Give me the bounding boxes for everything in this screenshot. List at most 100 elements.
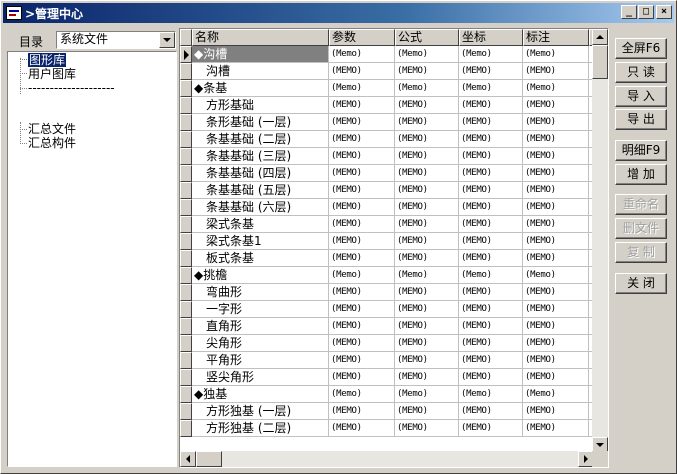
row-indicator[interactable]	[180, 199, 192, 216]
close-button[interactable]: ×	[656, 5, 672, 19]
cell-coords[interactable]: (MEMO)	[459, 165, 523, 182]
cell-formula[interactable]: (Memo)	[395, 46, 459, 63]
cell-coords[interactable]: (MEMO)	[459, 318, 523, 335]
cell-formula[interactable]: (MEMO)	[395, 233, 459, 250]
cell-annotation[interactable]: (MEMO)	[523, 131, 589, 148]
cell-params[interactable]: (MEMO)	[329, 216, 395, 233]
cell-params[interactable]: (MEMO)	[329, 369, 395, 386]
row-indicator[interactable]	[180, 63, 192, 80]
add-button[interactable]: 增 加	[615, 164, 667, 185]
table-row[interactable]: 弯曲形(MEMO)(MEMO)(MEMO)(MEMO)(	[180, 284, 594, 301]
table-row[interactable]: 方形独基 (二层)(MEMO)(MEMO)(MEMO)(MEMO)(	[180, 420, 594, 437]
row-indicator[interactable]	[180, 301, 192, 318]
minimize-button[interactable]: _	[621, 5, 637, 19]
cell-annotation[interactable]: (MEMO)	[523, 216, 589, 233]
row-indicator[interactable]	[180, 216, 192, 233]
cell-coords[interactable]: (MEMO)	[459, 284, 523, 301]
row-indicator[interactable]	[180, 284, 192, 301]
table-row[interactable]: 一字形(MEMO)(MEMO)(MEMO)(MEMO)(	[180, 301, 594, 318]
row-indicator[interactable]	[180, 267, 192, 284]
cell-coords[interactable]: (MEMO)	[459, 250, 523, 267]
cell-formula[interactable]: (MEMO)	[395, 318, 459, 335]
cell-name[interactable]: 尖角形	[192, 335, 329, 352]
fullscreen-button[interactable]: 全屏F6	[615, 38, 667, 59]
cell-name[interactable]: ◆沟槽	[192, 46, 329, 63]
cell-formula[interactable]: (MEMO)	[395, 148, 459, 165]
cell-coords[interactable]: (MEMO)	[459, 131, 523, 148]
cell-params[interactable]: (MEMO)	[329, 250, 395, 267]
cell-coords[interactable]: (MEMO)	[459, 301, 523, 318]
cell-annotation[interactable]: (MEMO)	[523, 403, 589, 420]
table-row[interactable]: ◆独基(Memo)(Memo)(Memo)(Memo)(	[180, 386, 594, 403]
cell-formula[interactable]: (MEMO)	[395, 165, 459, 182]
table-row[interactable]: 方形独基 (一层)(MEMO)(MEMO)(MEMO)(MEMO)(	[180, 403, 594, 420]
cell-params[interactable]: (MEMO)	[329, 284, 395, 301]
table-row[interactable]: 条形基础 (一层)(MEMO)(MEMO)(MEMO)(MEMO)(	[180, 114, 594, 131]
readonly-button[interactable]: 只 读	[615, 62, 667, 83]
row-indicator[interactable]	[180, 114, 192, 131]
table-row[interactable]: 条基基础 (四层)(MEMO)(MEMO)(MEMO)(MEMO)(	[180, 165, 594, 182]
cell-annotation[interactable]: (Memo)	[523, 386, 589, 403]
vertical-scroll-thumb[interactable]	[592, 45, 608, 79]
cell-params[interactable]: (Memo)	[329, 267, 395, 284]
table-row[interactable]: 沟槽(MEMO)(MEMO)(MEMO)(MEMO)(	[180, 63, 594, 80]
directory-select[interactable]: 系统文件	[56, 31, 176, 49]
cell-annotation[interactable]: (MEMO)	[523, 63, 589, 80]
cell-coords[interactable]: (MEMO)	[459, 97, 523, 114]
cell-coords[interactable]: (MEMO)	[459, 403, 523, 420]
cell-annotation[interactable]: (MEMO)	[523, 420, 589, 437]
cell-name[interactable]: 直角形	[192, 318, 329, 335]
cell-name[interactable]: 方形基础	[192, 97, 329, 114]
cell-params[interactable]: (MEMO)	[329, 233, 395, 250]
column-header-params[interactable]: 参数	[329, 29, 395, 46]
cell-name[interactable]: 梁式条基1	[192, 233, 329, 250]
details-button[interactable]: 明细F9	[615, 140, 667, 161]
row-indicator[interactable]	[180, 369, 192, 386]
cell-name[interactable]: 条基基础 (四层)	[192, 165, 329, 182]
column-header-coords[interactable]: 坐标	[459, 29, 523, 46]
cell-params[interactable]: (MEMO)	[329, 420, 395, 437]
cell-coords[interactable]: (MEMO)	[459, 335, 523, 352]
cell-formula[interactable]: (MEMO)	[395, 403, 459, 420]
column-header-formula[interactable]: 公式	[395, 29, 459, 46]
cell-name[interactable]: 平角形	[192, 352, 329, 369]
close-dialog-button[interactable]: 关 闭	[615, 273, 667, 294]
cell-name[interactable]: 条基基础 (五层)	[192, 182, 329, 199]
cell-formula[interactable]: (MEMO)	[395, 301, 459, 318]
cell-params[interactable]: (Memo)	[329, 386, 395, 403]
cell-params[interactable]: (MEMO)	[329, 182, 395, 199]
cell-name[interactable]: 梁式条基	[192, 216, 329, 233]
cell-name[interactable]: 沟槽	[192, 63, 329, 80]
cell-params[interactable]: (MEMO)	[329, 403, 395, 420]
cell-annotation[interactable]: (MEMO)	[523, 250, 589, 267]
tree-item-graphics-library[interactable]: 图形库	[28, 53, 67, 67]
cell-coords[interactable]: (Memo)	[459, 46, 523, 63]
cell-annotation[interactable]: (MEMO)	[523, 335, 589, 352]
cell-name[interactable]: 条形基础 (一层)	[192, 114, 329, 131]
cell-name[interactable]: 条基基础 (三层)	[192, 148, 329, 165]
cell-coords[interactable]: (Memo)	[459, 80, 523, 97]
cell-annotation[interactable]: (MEMO)	[523, 301, 589, 318]
cell-name[interactable]: 竖尖角形	[192, 369, 329, 386]
cell-name[interactable]: 方形独基 (一层)	[192, 403, 329, 420]
cell-annotation[interactable]: (MEMO)	[523, 352, 589, 369]
cell-coords[interactable]: (MEMO)	[459, 199, 523, 216]
table-row[interactable]: 条基基础 (五层)(MEMO)(MEMO)(MEMO)(MEMO)(	[180, 182, 594, 199]
cell-coords[interactable]: (MEMO)	[459, 352, 523, 369]
cell-annotation[interactable]: (MEMO)	[523, 284, 589, 301]
cell-formula[interactable]: (Memo)	[395, 80, 459, 97]
row-indicator[interactable]	[180, 420, 192, 437]
cell-params[interactable]: (MEMO)	[329, 199, 395, 216]
cell-params[interactable]: (MEMO)	[329, 335, 395, 352]
cell-formula[interactable]: (MEMO)	[395, 284, 459, 301]
table-row[interactable]: 梁式条基1(MEMO)(MEMO)(MEMO)(MEMO)(	[180, 233, 594, 250]
cell-formula[interactable]: (MEMO)	[395, 216, 459, 233]
cell-name[interactable]: 板式条基	[192, 250, 329, 267]
cell-coords[interactable]: (MEMO)	[459, 233, 523, 250]
cell-annotation[interactable]: (MEMO)	[523, 318, 589, 335]
cell-annotation[interactable]: (MEMO)	[523, 114, 589, 131]
row-indicator[interactable]	[180, 233, 192, 250]
tree-item-summary-files[interactable]: 汇总文件	[28, 122, 76, 136]
cell-formula[interactable]: (MEMO)	[395, 250, 459, 267]
chevron-down-icon[interactable]	[159, 32, 175, 48]
